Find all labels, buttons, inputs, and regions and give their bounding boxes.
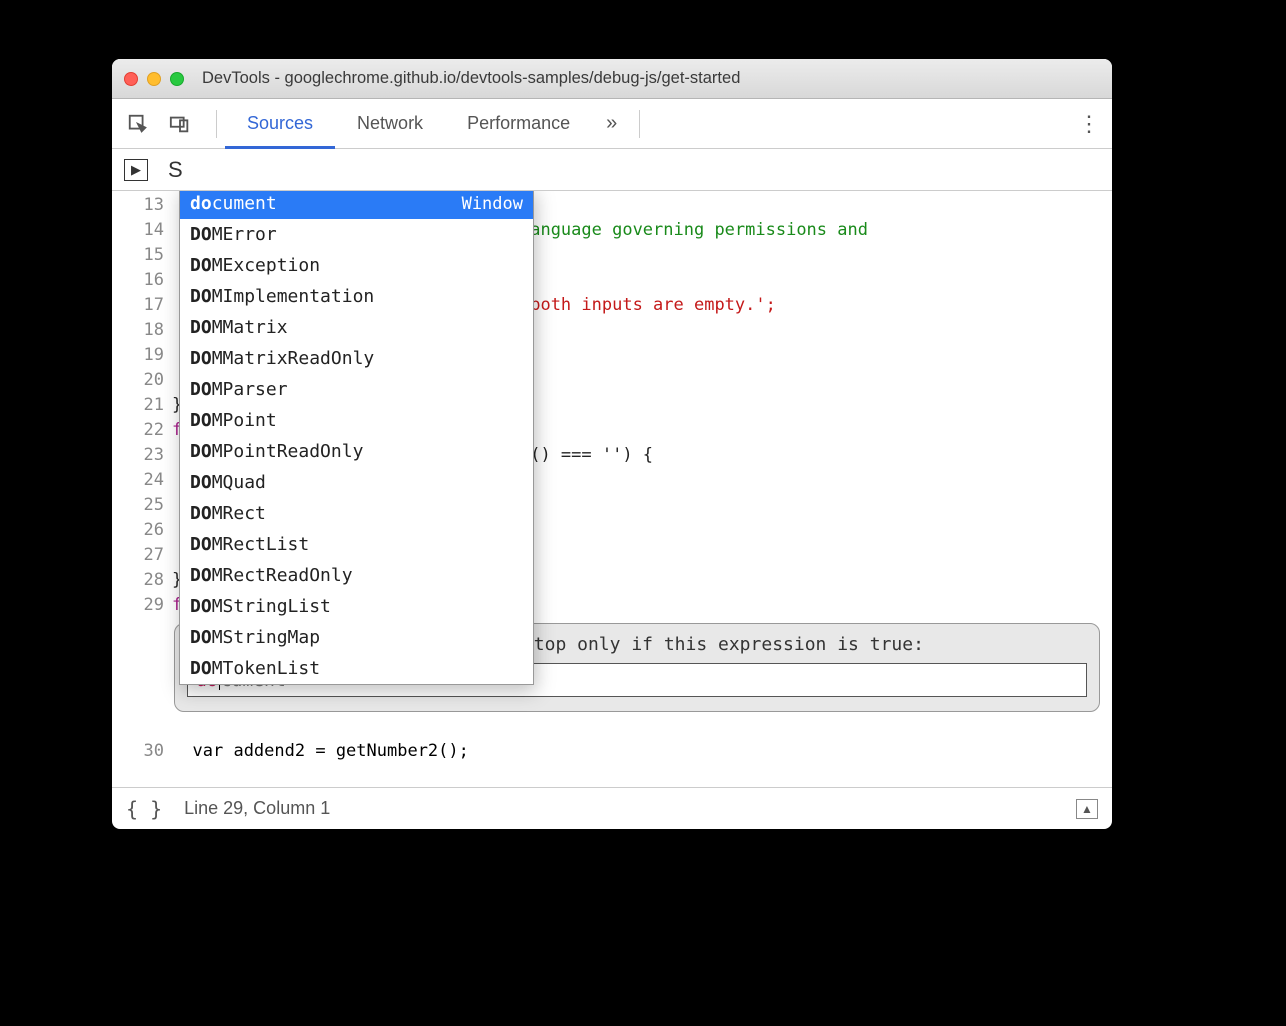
line-gutter: 13 14 15 16 17 18 19 20 21 22 23 24 25 2…	[112, 191, 172, 787]
line-number[interactable]: 23	[112, 443, 164, 468]
line-number[interactable]: 21	[112, 393, 164, 418]
autocomplete-label: DOMRectReadOnly	[190, 565, 353, 586]
inspect-icon[interactable]	[124, 113, 152, 135]
line-number[interactable]: 25	[112, 493, 164, 518]
autocomplete-item[interactable]: DOMTokenList	[180, 653, 533, 684]
autocomplete-item[interactable]: DOMStringMap	[180, 622, 533, 653]
autocomplete-label: DOMTokenList	[190, 658, 320, 679]
line-number[interactable]: 20	[112, 368, 164, 393]
line-number[interactable]: 16	[112, 268, 164, 293]
line-number[interactable]: 13	[112, 193, 164, 218]
autocomplete-label: DOMException	[190, 255, 320, 276]
autocomplete-item[interactable]: DOMException	[180, 250, 533, 281]
autocomplete-item[interactable]: DOMPoint	[180, 405, 533, 436]
autocomplete-item[interactable]: DOMRectList	[180, 529, 533, 560]
line-number[interactable]: 22	[112, 418, 164, 443]
autocomplete-label: DOMImplementation	[190, 286, 374, 307]
line-number[interactable]: 27	[112, 543, 164, 568]
autocomplete-type: Window	[462, 194, 523, 214]
code-line: var addend2 = getNumber2();	[172, 741, 469, 761]
autocomplete-item[interactable]: DOMImplementation	[180, 281, 533, 312]
line-number[interactable]: 28	[112, 568, 164, 593]
minimize-icon[interactable]	[147, 72, 161, 86]
autocomplete-label: DOMStringMap	[190, 627, 320, 648]
separator	[216, 110, 217, 138]
line-number[interactable]: 30	[112, 741, 172, 761]
autocomplete-item[interactable]: DOMMatrixReadOnly	[180, 343, 533, 374]
autocomplete-label: DOMMatrixReadOnly	[190, 348, 374, 369]
line-number[interactable]: 15	[112, 243, 164, 268]
line-number[interactable]: 18	[112, 318, 164, 343]
autocomplete-label: document	[190, 193, 277, 214]
autocomplete-item[interactable]: DOMPointReadOnly	[180, 436, 533, 467]
separator	[639, 110, 640, 138]
window-title: DevTools - googlechrome.github.io/devtoo…	[202, 69, 740, 88]
run-snippet-icon[interactable]: ▶	[124, 159, 148, 181]
autocomplete-item[interactable]: DOMRect	[180, 498, 533, 529]
more-tabs-icon[interactable]: »	[592, 112, 631, 135]
titlebar[interactable]: DevTools - googlechrome.github.io/devtoo…	[112, 59, 1112, 99]
autocomplete-item[interactable]: DOMMatrix	[180, 312, 533, 343]
autocomplete-label: DOMParser	[190, 379, 288, 400]
autocomplete-item[interactable]: DOMError	[180, 219, 533, 250]
tab-network-label: Network	[357, 113, 423, 134]
pretty-print-icon[interactable]: { }	[126, 797, 162, 821]
autocomplete-label: DOMPointReadOnly	[190, 441, 363, 462]
tab-performance-label: Performance	[467, 113, 570, 134]
line-number[interactable]: 19	[112, 343, 164, 368]
autocomplete-label: DOMRectList	[190, 534, 309, 555]
autocomplete-popup[interactable]: document Window DOMError DOMException DOMImp…	[179, 191, 534, 685]
autocomplete-label: DOMRect	[190, 503, 266, 524]
line-number[interactable]: 14	[112, 218, 164, 243]
kebab-menu-icon[interactable]: ⋮	[1078, 111, 1100, 137]
device-icon[interactable]	[166, 113, 194, 135]
autocomplete-label: DOMQuad	[190, 472, 266, 493]
line-number[interactable]: 17	[112, 293, 164, 318]
traffic-lights	[124, 72, 184, 86]
autocomplete-label: DOMPoint	[190, 410, 277, 431]
maximize-icon[interactable]	[170, 72, 184, 86]
line-number[interactable]: 29	[112, 593, 164, 618]
tab-bar: Sources Network Performance » ⋮	[112, 99, 1112, 149]
toggle-panel-icon[interactable]: ▲	[1076, 799, 1098, 819]
autocomplete-label: DOMStringList	[190, 596, 331, 617]
snippet-hint: S	[168, 157, 183, 183]
tab-sources-label: Sources	[247, 113, 313, 134]
autocomplete-item[interactable]: document Window	[180, 191, 533, 219]
autocomplete-item[interactable]: DOMQuad	[180, 467, 533, 498]
tab-sources[interactable]: Sources	[225, 99, 335, 148]
autocomplete-label: DOMMatrix	[190, 317, 288, 338]
line-number[interactable]: 24	[112, 468, 164, 493]
autocomplete-item[interactable]: DOMStringList	[180, 591, 533, 622]
tab-performance[interactable]: Performance	[445, 99, 592, 148]
cursor-position: Line 29, Column 1	[184, 798, 330, 819]
autocomplete-label: DOMError	[190, 224, 277, 245]
devtools-window: DevTools - googlechrome.github.io/devtoo…	[112, 59, 1112, 829]
line-number[interactable]: 26	[112, 518, 164, 543]
status-bar: { } Line 29, Column 1 ▲	[112, 787, 1112, 829]
code-editor[interactable]: 13 14 15 16 17 18 19 20 21 22 23 24 25 2…	[112, 191, 1112, 787]
autocomplete-item[interactable]: DOMParser	[180, 374, 533, 405]
tab-network[interactable]: Network	[335, 99, 445, 148]
sources-toolbar: ▶ S	[112, 149, 1112, 191]
close-icon[interactable]	[124, 72, 138, 86]
autocomplete-item[interactable]: DOMRectReadOnly	[180, 560, 533, 591]
